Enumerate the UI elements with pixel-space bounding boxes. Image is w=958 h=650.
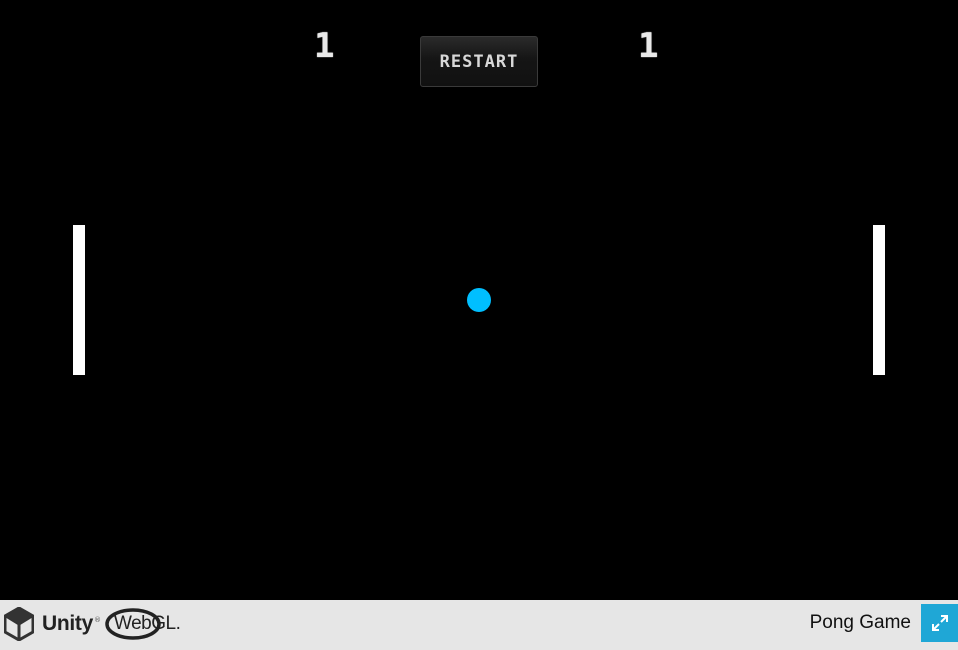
score-left: 1 <box>314 26 335 66</box>
webgl-logo: WebGL. <box>105 607 181 641</box>
unity-wordmark: Unity <box>42 612 94 635</box>
fullscreen-button[interactable] <box>921 604 958 642</box>
game-title: Pong Game <box>809 612 911 633</box>
webgl-wordmark: WebGL. <box>114 613 181 634</box>
score-right: 1 <box>638 26 659 66</box>
ball <box>467 288 491 312</box>
fullscreen-expand-icon <box>931 615 948 631</box>
game-canvas[interactable]: 1 RESTART 1 <box>0 0 958 600</box>
unity-cube-icon <box>4 607 34 641</box>
restart-button[interactable]: RESTART <box>420 36 538 87</box>
right-paddle <box>873 225 885 375</box>
unity-footer: Unity ® WebGL. Pong Game <box>0 600 958 650</box>
left-paddle <box>73 225 85 375</box>
unity-logo: Unity ® <box>4 607 101 641</box>
unity-trademark: ® <box>94 616 102 624</box>
